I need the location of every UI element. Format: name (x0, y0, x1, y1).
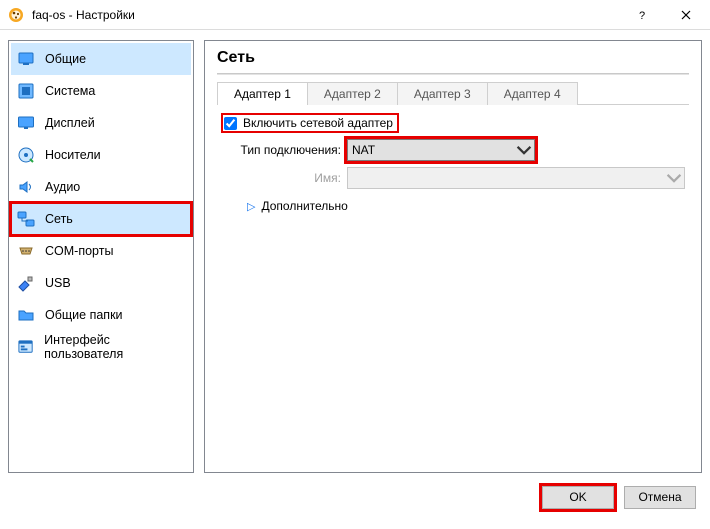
sidebar-item-label: Общие папки (45, 308, 123, 322)
attachment-label: Тип подключения: (221, 143, 347, 157)
folder-icon (17, 306, 35, 324)
system-icon (17, 82, 35, 100)
help-button[interactable]: ? (620, 1, 664, 29)
ok-button[interactable]: OK (542, 486, 614, 509)
sidebar-item-audio[interactable]: Аудио (11, 171, 191, 203)
display-icon (17, 114, 35, 132)
sidebar-item-network[interactable]: Сеть (11, 203, 191, 235)
dialog-footer: OK Отмена (0, 479, 710, 519)
sidebar-item-label: Аудио (45, 180, 80, 194)
attachment-row: Тип подключения: NAT (221, 139, 685, 161)
general-icon (17, 50, 35, 68)
audio-icon (17, 178, 35, 196)
sidebar-item-label: COM-порты (45, 244, 113, 258)
tab-adapter-3[interactable]: Адаптер 3 (397, 82, 488, 105)
sidebar-item-label: Система (45, 84, 95, 98)
settings-sidebar: Общие Система Дисплей Носители Аудио Сет… (8, 40, 194, 473)
sidebar-item-label: Интерфейс пользователя (44, 333, 185, 361)
sidebar-item-label: Носители (45, 148, 101, 162)
sidebar-item-storage[interactable]: Носители (11, 139, 191, 171)
sidebar-item-label: Дисплей (45, 116, 95, 130)
close-button[interactable] (664, 1, 708, 29)
attachment-value: NAT (352, 143, 375, 157)
title-bar: faq-os - Настройки ? (0, 0, 710, 30)
triangle-right-icon: ▷ (247, 200, 255, 213)
sidebar-item-usb[interactable]: USB (11, 267, 191, 299)
sidebar-item-system[interactable]: Система (11, 75, 191, 107)
enable-adapter-checkbox[interactable] (224, 117, 237, 130)
app-icon (8, 7, 24, 23)
name-label: Имя: (221, 171, 347, 185)
sidebar-item-shared-folders[interactable]: Общие папки (11, 299, 191, 331)
page-title: Сеть (217, 49, 689, 67)
enable-adapter-row: Включить сетевой адаптер (221, 113, 399, 133)
storage-icon (17, 146, 35, 164)
adapter-tabs: Адаптер 1 Адаптер 2 Адаптер 3 Адаптер 4 (217, 81, 689, 105)
sidebar-item-ui[interactable]: Интерфейс пользователя (11, 331, 191, 363)
usb-icon (17, 274, 35, 292)
tab-adapter-2[interactable]: Адаптер 2 (307, 82, 398, 105)
sidebar-item-general[interactable]: Общие (11, 43, 191, 75)
window-title: faq-os - Настройки (32, 8, 620, 22)
tab-adapter-1[interactable]: Адаптер 1 (217, 82, 308, 105)
chevron-down-icon (516, 142, 532, 158)
advanced-expander[interactable]: ▷ Дополнительно (221, 199, 685, 213)
network-icon (17, 210, 35, 228)
name-combo (347, 167, 685, 189)
chevron-down-icon (666, 170, 682, 186)
enable-adapter-label: Включить сетевой адаптер (243, 116, 393, 130)
sidebar-item-label: USB (45, 276, 71, 290)
main-panel: Сеть Адаптер 1 Адаптер 2 Адаптер 3 Адапт… (204, 40, 702, 473)
advanced-label: Дополнительно (261, 199, 347, 213)
sidebar-item-label: Сеть (45, 212, 73, 226)
sidebar-item-label: Общие (45, 52, 86, 66)
title-separator (217, 73, 689, 75)
sidebar-item-display[interactable]: Дисплей (11, 107, 191, 139)
serial-icon (17, 242, 35, 260)
sidebar-item-serial[interactable]: COM-порты (11, 235, 191, 267)
tab-adapter-4[interactable]: Адаптер 4 (487, 82, 578, 105)
cancel-button[interactable]: Отмена (624, 486, 696, 509)
svg-text:?: ? (639, 10, 645, 20)
name-row: Имя: (221, 167, 685, 189)
attachment-combo[interactable]: NAT (347, 139, 535, 161)
ui-icon (17, 338, 34, 356)
